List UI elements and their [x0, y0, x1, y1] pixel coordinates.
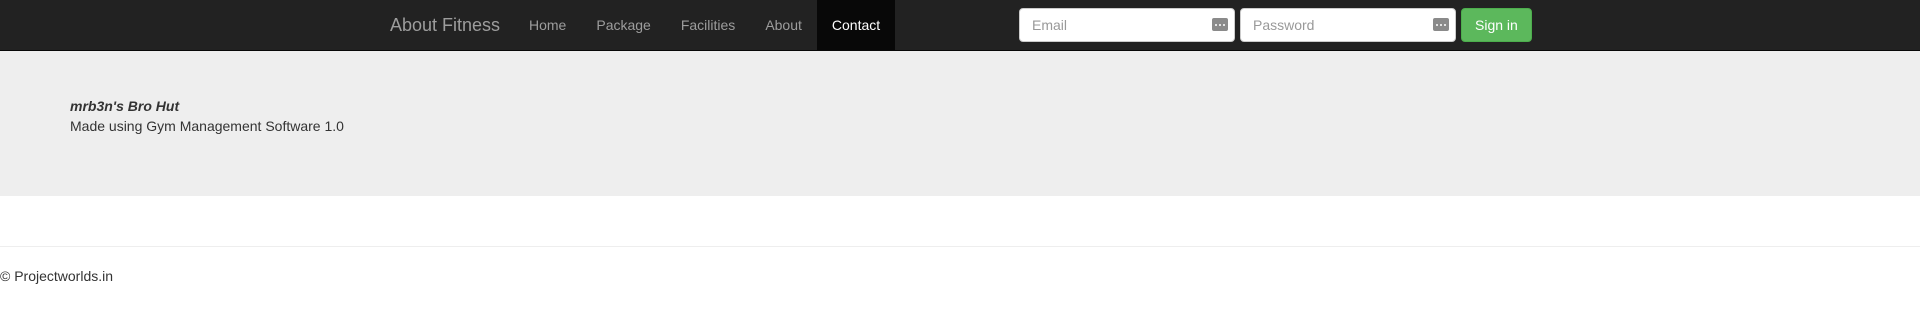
nav-item-home[interactable]: Home — [514, 0, 581, 50]
password-field[interactable] — [1240, 8, 1456, 42]
brand-link[interactable]: About Fitness — [390, 0, 500, 50]
footer-divider — [0, 246, 1920, 247]
nav-item-facilities[interactable]: Facilities — [666, 0, 750, 50]
nav-item-contact[interactable]: Contact — [816, 0, 896, 50]
jumbotron: mrb3n's Bro Hut Made using Gym Managemen… — [0, 51, 1920, 196]
password-manager-key-icon[interactable] — [1212, 18, 1228, 31]
top-navbar: About Fitness Home Package Facilities Ab… — [0, 0, 1920, 51]
site-name: mrb3n's Bro Hut — [70, 98, 180, 114]
copyright-text: © Projectworlds.in — [0, 268, 114, 284]
signin-form: Sign in — [1019, 8, 1532, 42]
password-field-wrap — [1240, 8, 1456, 42]
nav-item-about[interactable]: About — [750, 0, 817, 50]
email-field[interactable] — [1019, 8, 1235, 42]
password-manager-key-icon[interactable] — [1433, 18, 1449, 31]
nav-item-package[interactable]: Package — [581, 0, 665, 50]
email-field-wrap — [1019, 8, 1235, 42]
made-using-text: Made using Gym Management Software 1.0 — [70, 118, 344, 134]
sign-in-button[interactable]: Sign in — [1461, 8, 1532, 42]
main-nav: Home Package Facilities About Contact — [514, 0, 896, 50]
